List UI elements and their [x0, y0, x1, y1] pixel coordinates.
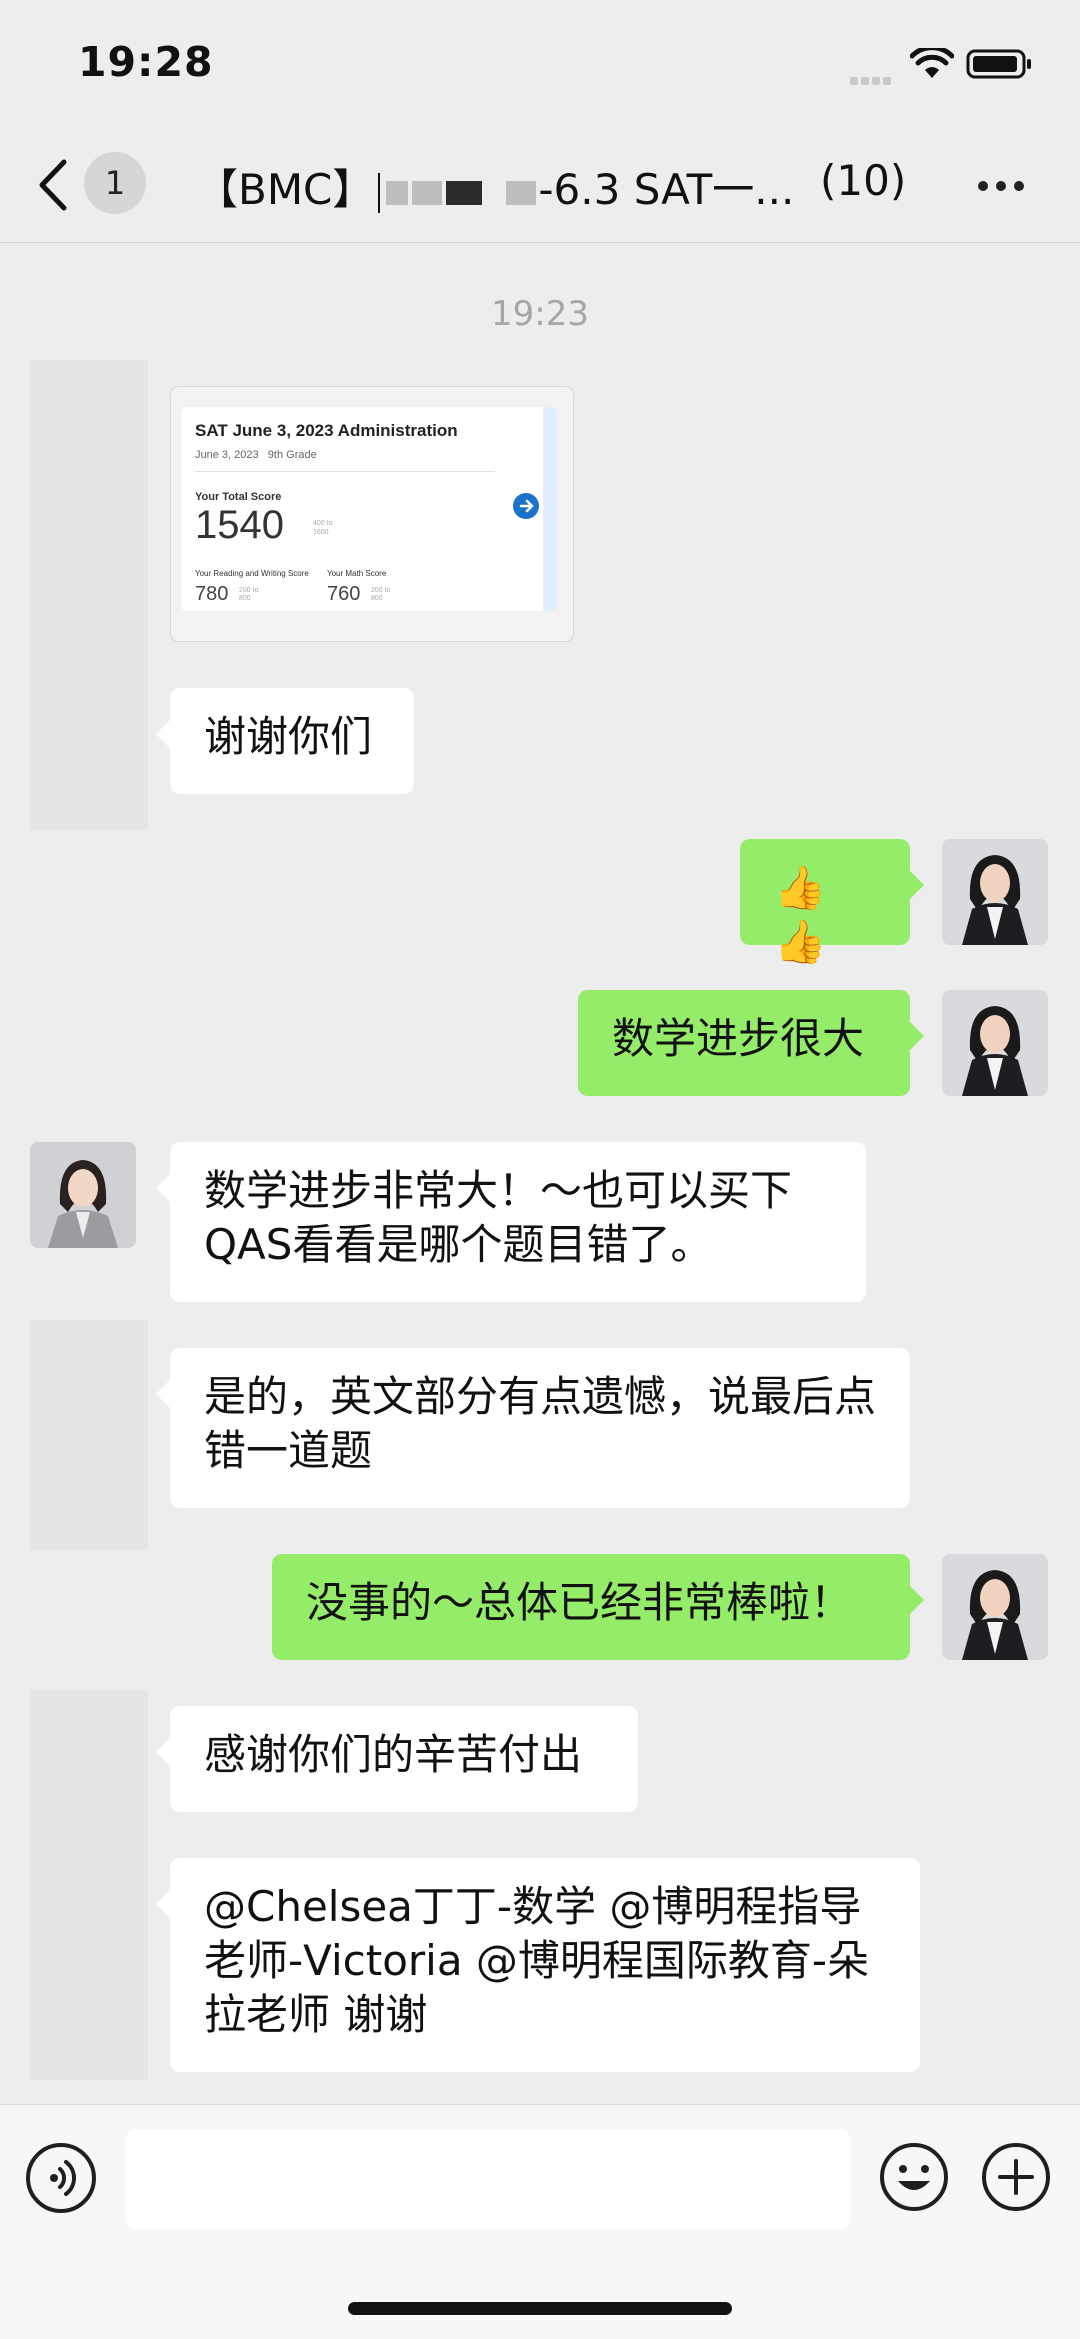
message-bubble-incoming[interactable]: 感谢你们的辛苦付出 — [156, 1706, 638, 1812]
user-avatar[interactable] — [942, 839, 1048, 945]
total-score-range: 400 to 1600 — [313, 520, 333, 536]
plus-icon[interactable] — [980, 2141, 1052, 2213]
score-card-title: SAT June 3, 2023 Administration — [195, 421, 458, 440]
chat-title-prefix: 【BMC】 — [196, 165, 375, 214]
total-score: 1540 — [195, 503, 284, 547]
status-bar: 19:28 — [0, 0, 1080, 130]
redacted-text — [386, 180, 409, 205]
math-label: Your Math Score — [327, 569, 387, 578]
redacted-text — [446, 180, 483, 205]
more-options-icon[interactable] — [978, 176, 1032, 191]
message-bubble-incoming[interactable]: 数学进步非常大！～也可以买下QAS看看是哪个题目错了。 — [156, 1142, 866, 1302]
score-card-subtitle: June 3, 2023 9th Grade — [195, 449, 317, 461]
wifi-icon — [910, 48, 954, 78]
arrow-right-icon — [513, 493, 539, 519]
chat-title[interactable]: 【BMC】 -6.3 SAT一... — [196, 156, 794, 217]
reading-writing-score: 780 — [195, 583, 229, 605]
image-message[interactable]: SAT June 3, 2023 Administration June 3, … — [170, 386, 574, 642]
back-chevron-icon[interactable] — [38, 158, 68, 212]
battery-icon — [966, 49, 1031, 79]
redacted-text — [412, 180, 443, 205]
home-indicator[interactable] — [348, 2302, 732, 2315]
text-cursor — [378, 172, 381, 213]
math-range: 200 to 800 — [371, 587, 391, 602]
total-score-label: Your Total Score — [195, 491, 282, 503]
voice-input-button[interactable] — [26, 2143, 96, 2213]
user-avatar[interactable] — [942, 990, 1048, 1096]
member-count: (10) — [820, 156, 907, 205]
emoji-icon[interactable] — [878, 2141, 950, 2213]
reading-writing-label: Your Reading and Writing Score — [195, 569, 309, 578]
sender-avatar-blurred — [30, 360, 148, 830]
user-avatar[interactable] — [942, 1554, 1048, 1660]
message-bubble-outgoing[interactable]: 数学进步很大 — [578, 990, 924, 1096]
chat-title-suffix: -6.3 SAT一... — [538, 165, 795, 214]
redacted-text — [506, 180, 537, 205]
math-score: 760 — [327, 583, 361, 605]
cellular-signal-icon — [850, 70, 900, 85]
message-timestamp: 19:23 — [491, 294, 589, 334]
score-card-date: June 3, 2023 — [195, 449, 259, 461]
message-bubble-incoming[interactable]: @Chelsea丁丁-数学 @博明程指导老师-Victoria @博明程国际教育… — [156, 1858, 920, 2072]
sat-score-card: SAT June 3, 2023 Administration June 3, … — [181, 407, 557, 611]
unread-count-badge[interactable]: 1 — [84, 152, 146, 214]
message-input[interactable] — [126, 2129, 850, 2229]
sender-avatar-blurred — [30, 1690, 148, 2080]
message-bubble-incoming[interactable]: 谢谢你们 — [156, 688, 414, 794]
score-card-grade: 9th Grade — [267, 449, 317, 461]
chat-header: 1 【BMC】 -6.3 SAT一... (10) — [0, 130, 1080, 243]
message-bubble-outgoing[interactable]: 没事的～总体已经非常棒啦！ — [272, 1554, 924, 1660]
message-bubble-incoming[interactable]: 是的，英文部分有点遗憾，说最后点错一道题 — [156, 1348, 910, 1508]
message-bubble-outgoing[interactable]: 👍👍 — [740, 839, 924, 966]
reading-writing-range: 200 to 800 — [239, 587, 259, 602]
sender-avatar-blurred — [30, 1320, 148, 1550]
voice-wave-icon — [50, 2160, 76, 2196]
sender-avatar[interactable] — [30, 1142, 136, 1248]
status-time: 19:28 — [78, 38, 214, 86]
